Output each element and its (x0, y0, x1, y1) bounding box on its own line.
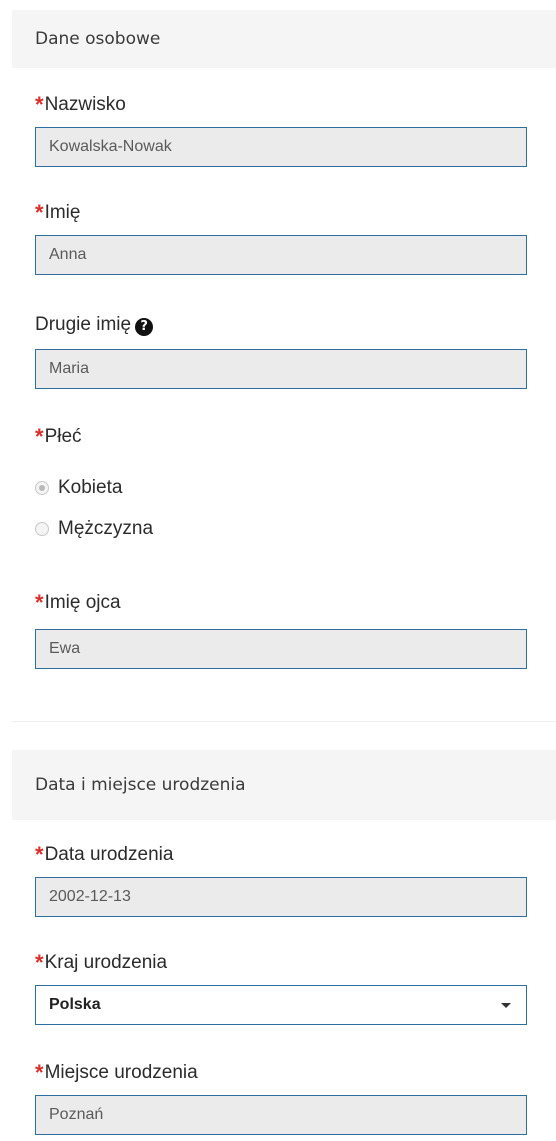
first-name-label-text: Imię (44, 202, 81, 223)
required-marker: * (35, 200, 44, 225)
birth-data-panel: Data i miejsce urodzenia *Data urodzenia… (12, 722, 556, 1141)
birth-date-label: *Data urodzenia (35, 842, 173, 868)
birth-date-input[interactable]: 2002-12-13 (35, 877, 527, 917)
gender-option-male[interactable]: Mężczyzna (35, 517, 153, 541)
first-name-label: *Imię (35, 200, 80, 226)
birth-data-header: Data i miejsce urodzenia (12, 750, 556, 820)
surname-label: *Nazwisko (35, 92, 126, 118)
gender-label-text: Płeć (44, 426, 82, 447)
gender-option-male-label: Mężczyzna (58, 518, 154, 539)
required-marker: * (35, 92, 44, 117)
birth-place-input[interactable]: Poznań (35, 1095, 527, 1135)
second-name-label: Drugie imię? (35, 314, 154, 336)
surname-input[interactable]: Kowalska-Nowak (35, 127, 527, 167)
required-marker: * (35, 590, 44, 615)
birth-country-select[interactable]: Polska (35, 985, 527, 1025)
birth-country-label: *Kraj urodzenia (35, 950, 167, 976)
birth-place-label-text: Miejsce urodzenia (44, 1062, 198, 1083)
birth-country-label-text: Kraj urodzenia (44, 952, 168, 973)
required-marker: * (35, 842, 44, 867)
radio-button-female[interactable] (35, 481, 49, 495)
gender-option-female-label: Kobieta (58, 477, 123, 498)
second-name-label-text: Drugie imię (35, 314, 132, 335)
required-marker: * (35, 950, 44, 975)
birth-place-label: *Miejsce urodzenia (35, 1060, 198, 1086)
father-name-input[interactable]: Ewa (35, 629, 527, 669)
birth-country-value: Polska (49, 996, 101, 1013)
required-marker: * (35, 424, 44, 449)
father-name-label: *Imię ojca (35, 590, 121, 616)
second-name-input[interactable]: Maria (35, 349, 527, 389)
first-name-input[interactable]: Anna (35, 235, 527, 275)
surname-label-text: Nazwisko (44, 94, 126, 115)
question-circle-icon[interactable]: ? (135, 318, 154, 336)
personal-data-header: Dane osobowe (12, 10, 556, 68)
radio-button-male[interactable] (35, 522, 49, 536)
father-name-label-text: Imię ojca (44, 592, 121, 613)
chevron-down-icon[interactable] (501, 1003, 511, 1008)
gender-label: *Płeć (35, 424, 82, 450)
personal-data-panel: Dane osobowe *Nazwisko Kowalska-Nowak *I… (12, 0, 556, 722)
gender-option-female[interactable]: Kobieta (35, 476, 122, 500)
required-marker: * (35, 1060, 44, 1085)
birth-date-label-text: Data urodzenia (44, 844, 174, 865)
